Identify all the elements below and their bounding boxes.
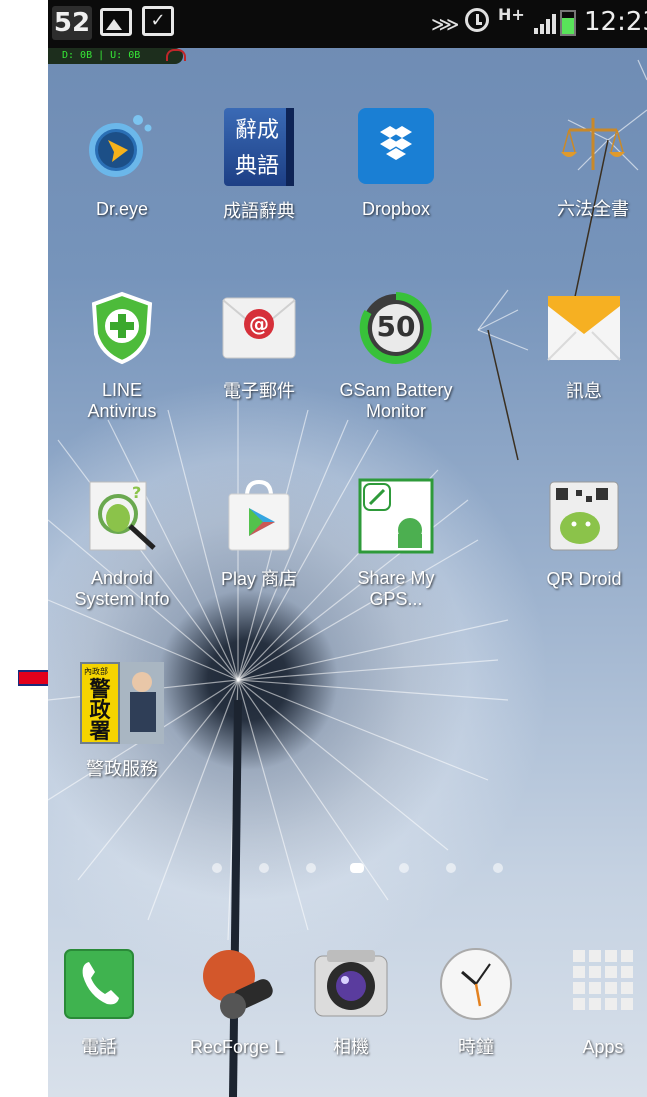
page-dot[interactable] <box>259 863 269 873</box>
app-label: 警政服務 <box>86 759 158 779</box>
app-dr-eye[interactable]: Dr.eye <box>57 108 187 220</box>
notification-count-badge: 52 <box>52 6 92 40</box>
app-label: QR Droid <box>546 569 622 589</box>
dropbox-icon <box>358 108 434 184</box>
app-label-line: GSam Battery <box>339 380 453 400</box>
icon-text-top: 辭成 <box>234 118 279 143</box>
dock-clock[interactable]: 時鐘 <box>420 946 532 1058</box>
page-dot[interactable] <box>306 863 316 873</box>
home-screen: 52 ✓ ⋙ H+ 12:23 D: 0B | U: 0B Dr.eye 辭成 … <box>48 0 647 1097</box>
vibrate-icon: ⋙ <box>431 12 460 36</box>
app-label: LINE Antivirus <box>57 380 187 422</box>
clock-icon <box>438 946 514 1022</box>
phone-icon <box>61 946 137 1022</box>
gps-android-icon <box>358 478 434 554</box>
app-label-line: Antivirus <box>87 401 157 421</box>
page-dot[interactable] <box>399 863 409 873</box>
app-label: Share My GPS... <box>331 568 461 610</box>
app-qr-droid[interactable]: QR Droid <box>528 478 640 590</box>
app-play-store[interactable]: Play 商店 <box>194 478 324 590</box>
microphone-icon <box>199 946 275 1022</box>
app-label-line: Share My <box>357 568 435 588</box>
app-label: Dropbox <box>361 199 431 219</box>
page-dot[interactable] <box>212 863 222 873</box>
dock-recforge[interactable]: RecForge L <box>172 946 302 1058</box>
camera-icon <box>313 946 389 1022</box>
page-dot[interactable] <box>493 863 503 873</box>
app-six-codes[interactable]: 六法全書 <box>528 108 647 220</box>
app-label-line: GPS... <box>369 589 423 609</box>
app-label: Dr.eye <box>95 199 149 219</box>
email-icon: @ <box>221 290 297 366</box>
app-label: 時鐘 <box>458 1037 494 1057</box>
page-dot[interactable] <box>446 863 456 873</box>
app-label: 成語辭典 <box>223 201 295 221</box>
app-dropbox[interactable]: Dropbox <box>331 108 461 220</box>
app-email[interactable]: @ 電子郵件 <box>194 290 324 402</box>
app-label: RecForge L <box>189 1037 285 1057</box>
svg-text:?: ? <box>132 483 141 502</box>
app-label: Apps <box>582 1037 624 1057</box>
app-label: 訊息 <box>566 381 602 401</box>
app-label: 相機 <box>333 1037 369 1057</box>
app-label: 電話 <box>81 1037 117 1057</box>
signal-strength-icon <box>534 14 558 34</box>
app-label-line: LINE <box>101 380 143 400</box>
envelope-icon <box>546 290 622 366</box>
gallery-notification-icon <box>100 8 132 36</box>
app-label: 六法全書 <box>557 199 629 219</box>
page-dot-current[interactable] <box>350 863 364 873</box>
apps-grid-icon <box>565 946 641 1022</box>
app-label-line: Android <box>90 568 154 588</box>
icon-text-bottom: 典語 <box>234 154 279 179</box>
scales-of-justice-icon <box>555 108 631 184</box>
app-gsam-battery[interactable]: 50 GSam Battery Monitor <box>331 290 461 422</box>
dock-phone[interactable]: 電話 <box>48 946 155 1058</box>
app-idiom-dictionary[interactable]: 辭成 典語 成語辭典 <box>194 108 324 222</box>
data-usage-meter: D: 0B | U: 0B <box>48 48 183 64</box>
task-complete-icon: ✓ <box>142 6 174 36</box>
app-label: Android System Info <box>57 568 187 610</box>
app-label: GSam Battery Monitor <box>331 380 461 422</box>
app-messages[interactable]: 訊息 <box>528 290 640 402</box>
recording-indicator-icon <box>166 49 186 61</box>
play-store-icon <box>221 478 297 554</box>
app-android-system-info[interactable]: ? Android System Info <box>57 478 187 610</box>
app-label: Play 商店 <box>220 569 298 589</box>
battery-icon <box>560 10 576 36</box>
app-label-line: System Info <box>74 589 170 609</box>
app-police-service[interactable]: 內政部 警政署 警政服務 <box>57 662 187 780</box>
app-label-line: Monitor <box>365 401 427 421</box>
police-agency-icon: 內政部 警政署 <box>80 662 164 744</box>
svg-text:@: @ <box>249 312 269 336</box>
alarm-icon <box>465 8 489 32</box>
clock-time: 12:23 <box>584 7 647 37</box>
dock-apps-drawer[interactable]: Apps <box>547 946 647 1058</box>
battery-value: 50 <box>376 310 416 343</box>
app-label: 電子郵件 <box>223 381 295 401</box>
dock-camera[interactable]: 相機 <box>295 946 407 1058</box>
app-line-antivirus[interactable]: LINE Antivirus <box>57 290 187 422</box>
system-info-icon: ? <box>84 478 160 554</box>
icon-text: 警政署 <box>89 676 111 743</box>
qr-code-icon <box>546 478 622 554</box>
network-type-icon: H+ <box>498 5 525 24</box>
shield-plus-icon <box>84 290 160 366</box>
battery-gauge-icon: 50 <box>358 290 434 366</box>
idiom-dictionary-icon: 辭成 典語 <box>224 108 294 186</box>
dr-eye-icon <box>84 108 160 184</box>
app-share-my-gps[interactable]: Share My GPS... <box>331 478 461 610</box>
status-bar: 52 ✓ ⋙ H+ 12:23 <box>48 0 647 48</box>
